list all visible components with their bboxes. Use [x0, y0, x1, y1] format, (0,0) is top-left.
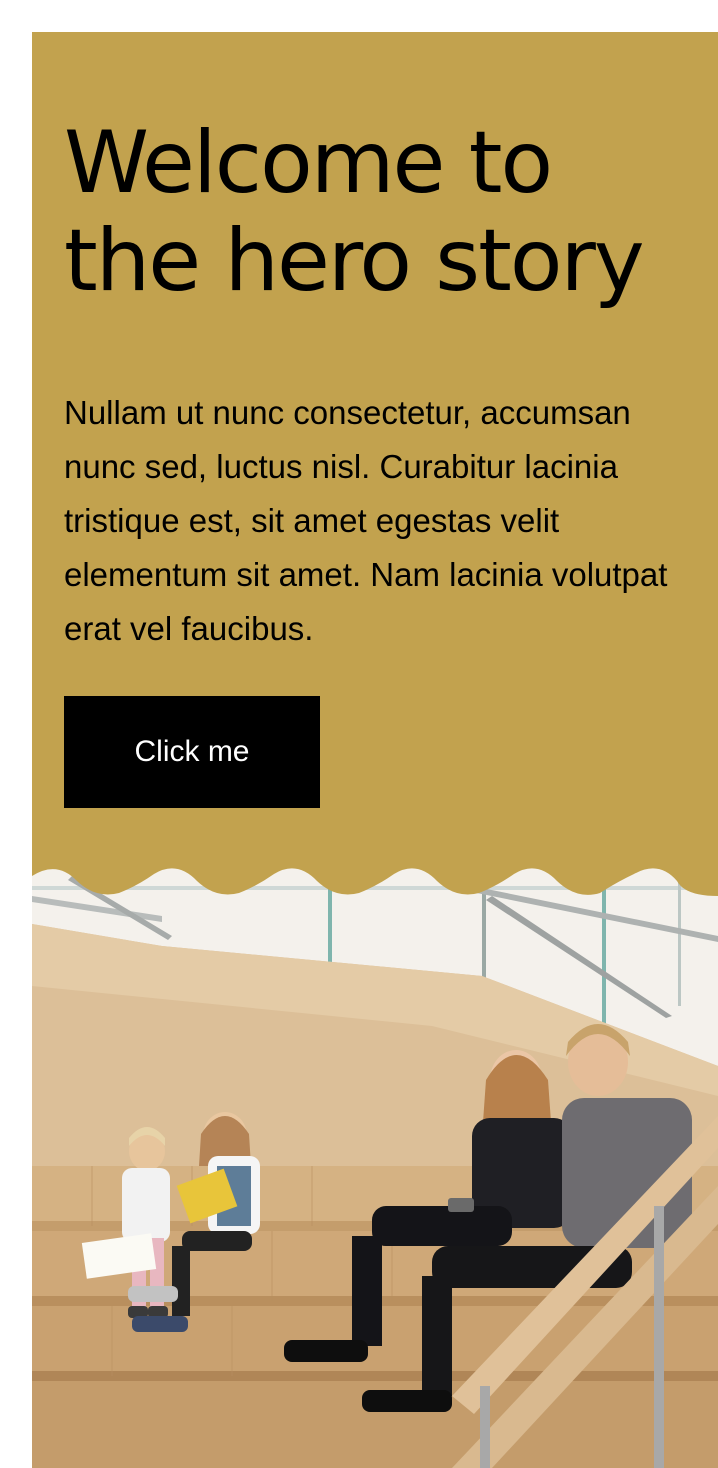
hero-content: Welcome to the hero story Nullam ut nunc… [64, 114, 694, 808]
click-me-button[interactable]: Click me [64, 696, 320, 808]
hero-text: Nullam ut nunc consectetur, accumsan nun… [64, 394, 668, 647]
hero-photo [32, 866, 718, 1468]
hero-section: Welcome to the hero story Nullam ut nunc… [32, 32, 718, 1468]
hero-title: Welcome to the hero story [64, 113, 645, 311]
